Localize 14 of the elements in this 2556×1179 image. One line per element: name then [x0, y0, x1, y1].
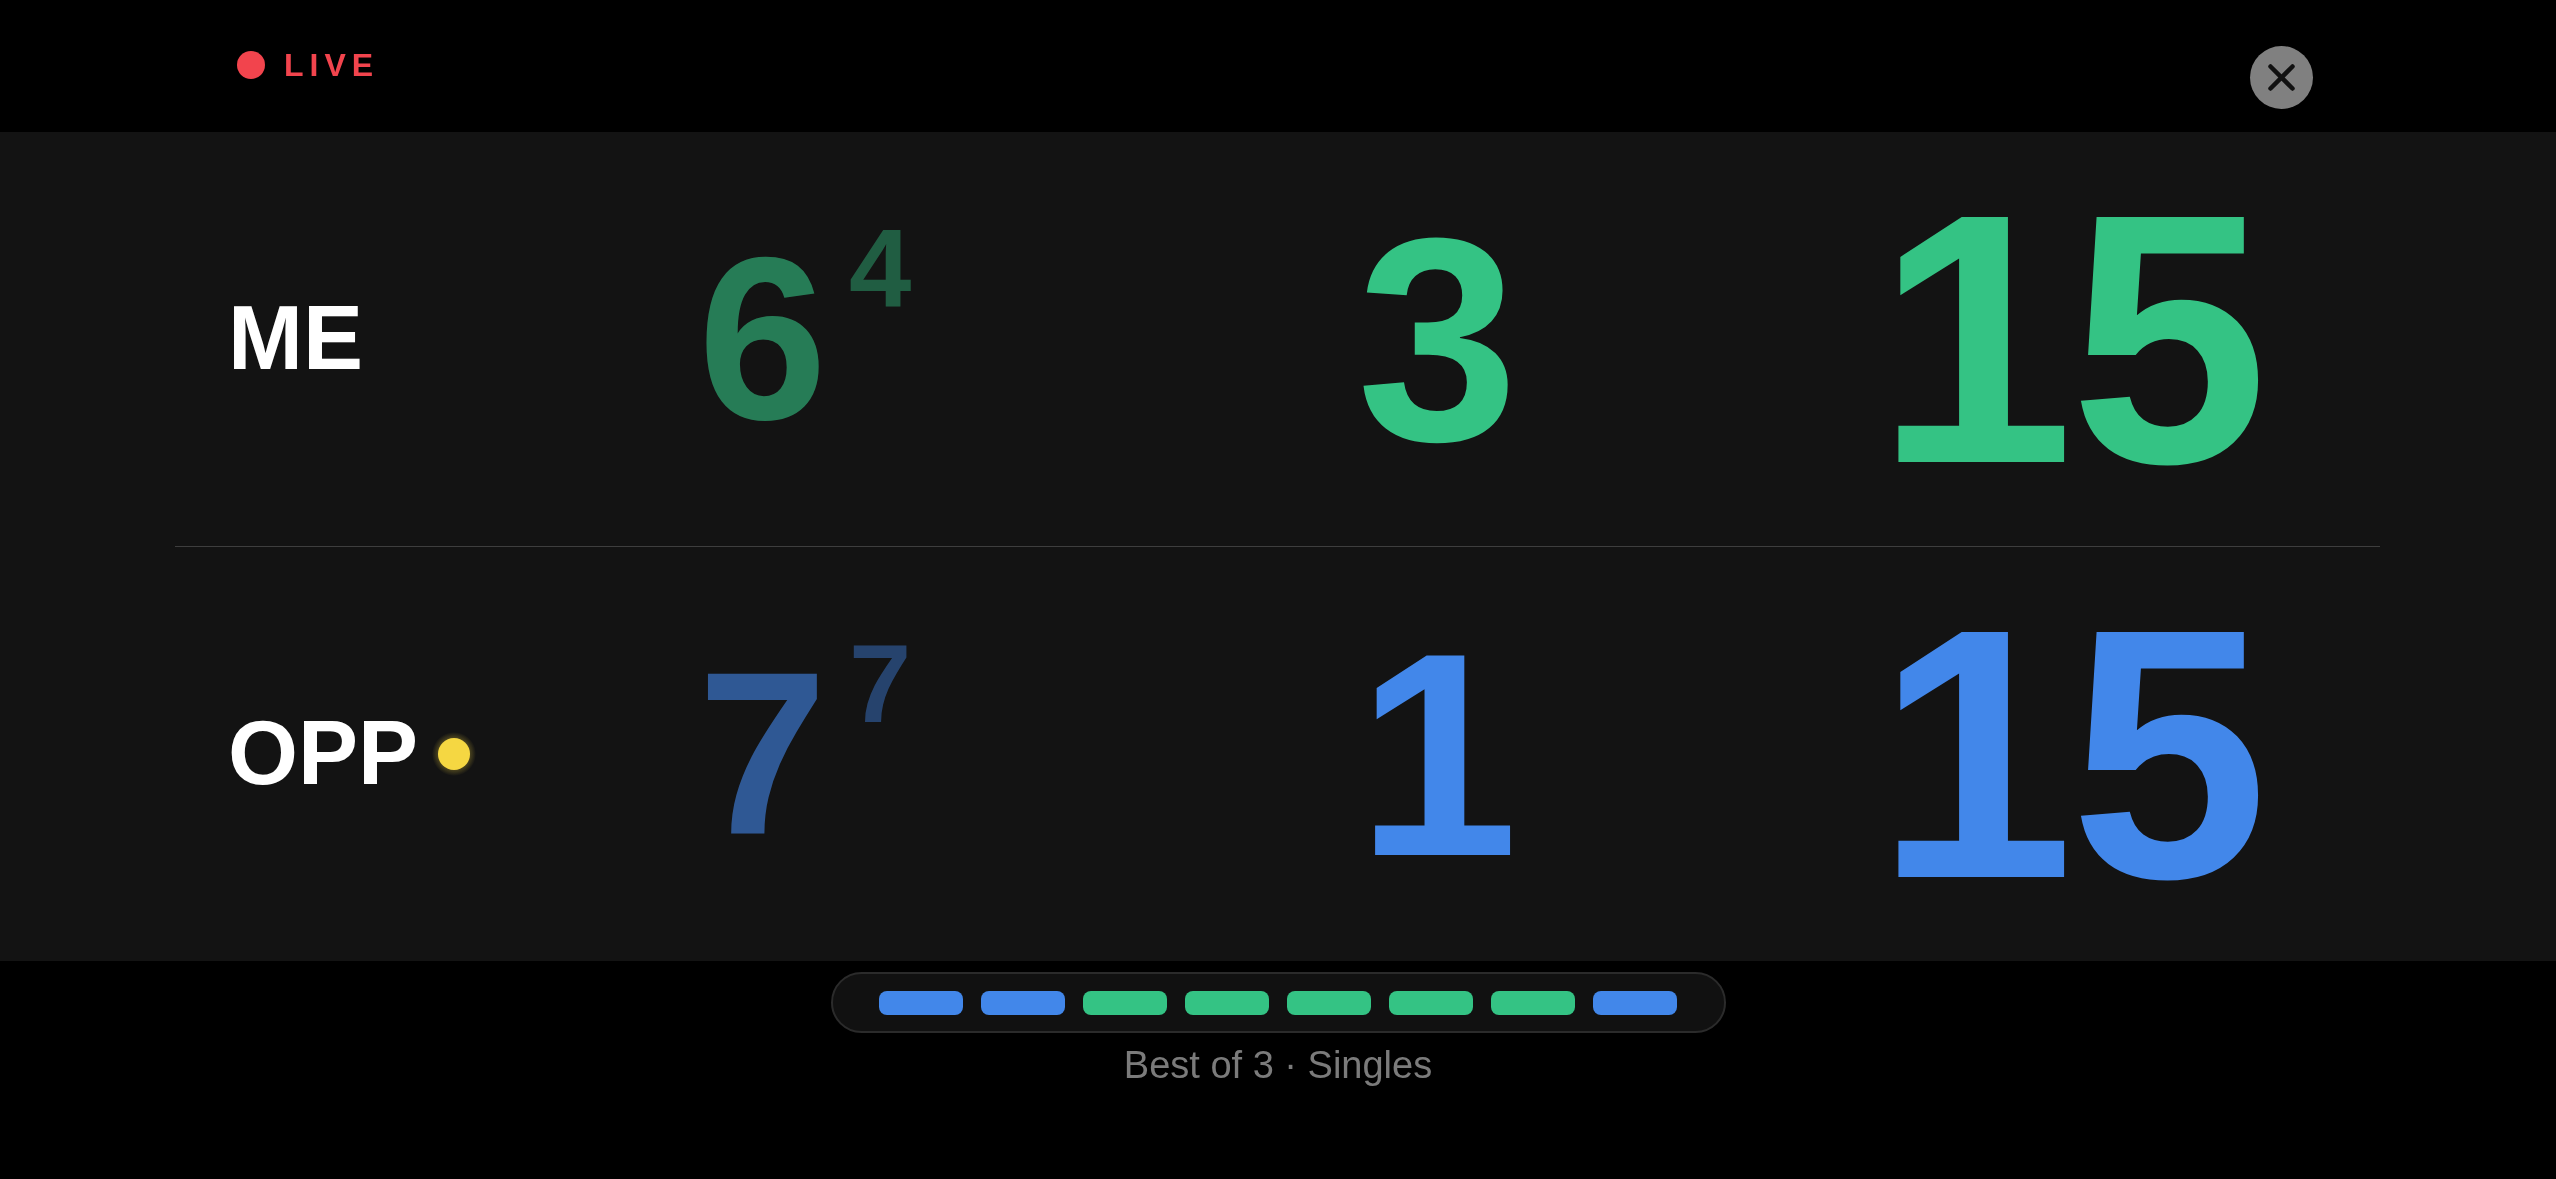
player-name: OPP	[228, 702, 419, 806]
tiebreak-score: 4	[849, 213, 912, 325]
player-name: ME	[228, 287, 363, 391]
close-icon	[2268, 64, 2295, 91]
live-label: LIVE	[284, 49, 380, 81]
point-score: 15	[1876, 576, 2264, 932]
live-dot-icon	[237, 51, 265, 79]
tiebreak-score: 7	[849, 628, 912, 740]
match-format-label: Best of 3 · Singles	[1123, 1044, 1433, 1088]
game-score: 3	[1356, 194, 1519, 484]
point-score: 15	[1876, 161, 2264, 517]
set-score: 7	[698, 638, 828, 870]
game-score: 1	[1356, 609, 1519, 899]
set-score: 6	[698, 223, 828, 455]
